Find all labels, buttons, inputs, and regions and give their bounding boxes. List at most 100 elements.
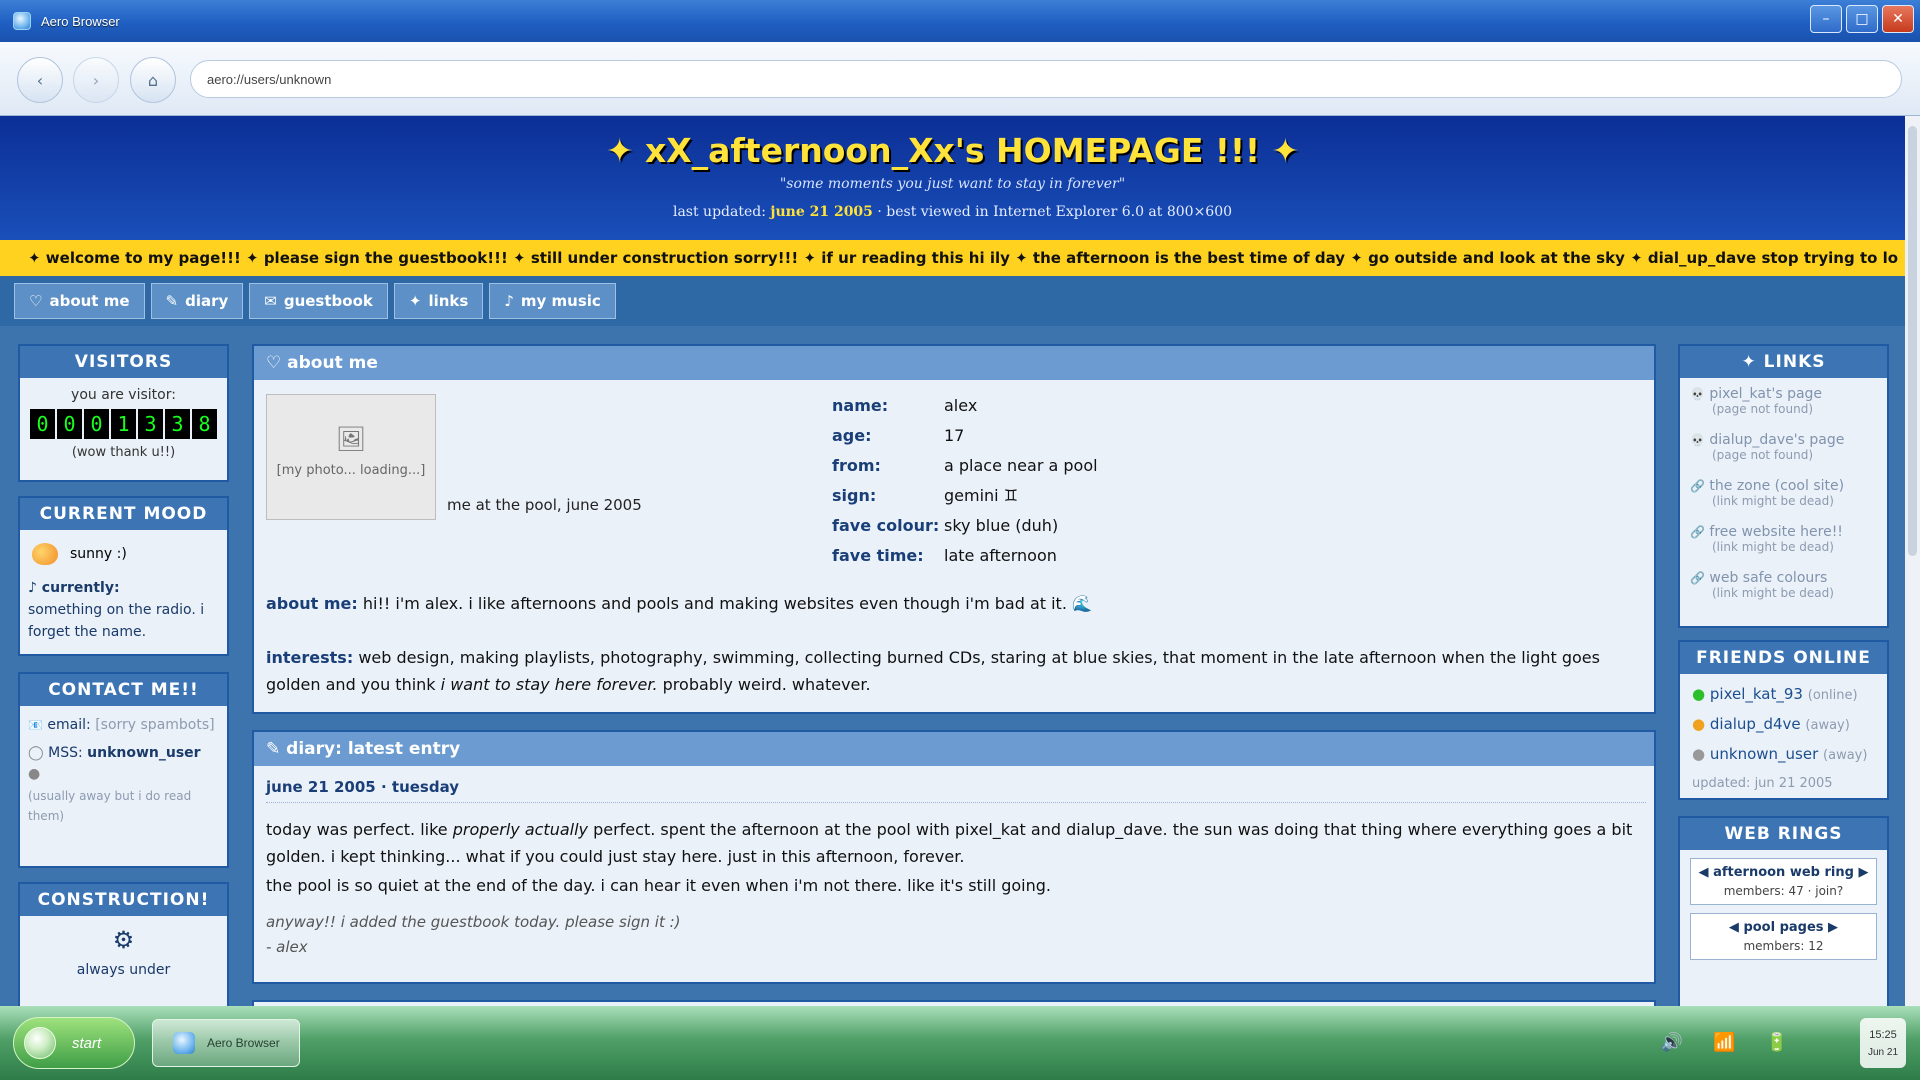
scrolling-marquee: ✦ welcome to my page!!! ✦ please sign th… bbox=[0, 240, 1905, 276]
field-label: sign: bbox=[832, 486, 877, 505]
away-status-icon: ● bbox=[28, 766, 41, 782]
page-quote: "some moments you just want to stay in f… bbox=[779, 176, 1126, 192]
interests-italic: i want to stay here forever. bbox=[440, 675, 658, 694]
link-item[interactable]: free website here!! bbox=[1709, 524, 1843, 540]
maximize-button[interactable]: □ bbox=[1846, 5, 1878, 33]
link-item[interactable]: the zone (cool site) bbox=[1709, 478, 1844, 494]
system-tray: 🔊 📶 🔋 bbox=[1661, 1032, 1788, 1053]
msn-icon: ◯ bbox=[28, 745, 44, 761]
friends-title: FRIENDS ONLINE bbox=[1680, 642, 1887, 674]
tab-about-me[interactable]: ♡ about me bbox=[14, 283, 145, 319]
field-value: alex bbox=[944, 396, 978, 415]
taskbar-app-browser[interactable]: Aero Browser bbox=[152, 1019, 300, 1067]
diary-paragraph-1: today was perfect. like properly actuall… bbox=[266, 816, 1646, 870]
webring-pool-pages[interactable]: ◀ pool pages ▶ members: 12 bbox=[1690, 913, 1877, 960]
diary-p1-italic: properly actually bbox=[452, 820, 588, 839]
tab-links[interactable]: ✦ links bbox=[393, 283, 484, 319]
back-button[interactable]: ‹ bbox=[17, 57, 63, 103]
interests-text: interests: web design, making playlists,… bbox=[266, 644, 1646, 698]
browser-toolbar: ‹ › ⌂ aero://users/unknown bbox=[0, 42, 1920, 116]
address-bar[interactable]: aero://users/unknown bbox=[190, 60, 1902, 98]
web-page: ✦ xX_afternoon_Xx's HOMEPAGE !!! ✦ "some… bbox=[0, 116, 1905, 1006]
friends-list: ● pixel_kat_93 (online) ● dialup_d4ve (a… bbox=[1680, 674, 1887, 798]
online-status-dot: ● bbox=[1692, 685, 1706, 703]
clock[interactable]: 15:25 Jun 21 bbox=[1860, 1018, 1906, 1068]
friend-name[interactable]: dialup_d4ve bbox=[1710, 715, 1801, 733]
mood-box: CURRENT MOOD sunny :) ♪ currently: somet… bbox=[18, 496, 229, 656]
chain-link-icon: 🔗 bbox=[1690, 571, 1705, 585]
wifi-icon[interactable]: 📶 bbox=[1713, 1032, 1735, 1053]
minimize-button[interactable]: – bbox=[1810, 5, 1842, 33]
home-button[interactable]: ⌂ bbox=[130, 57, 176, 103]
clock-date: Jun 21 bbox=[1867, 1047, 1899, 1058]
webring-afternoon[interactable]: ◀ afternoon web ring ▶ members: 47 · joi… bbox=[1690, 858, 1877, 905]
about-me-section: ♡ about me 🖼 [my photo... loading...] me… bbox=[252, 344, 1656, 714]
page-title: ✦ xX_afternoon_Xx's HOMEPAGE !!! ✦ bbox=[605, 131, 1300, 170]
scrollbar-thumb[interactable] bbox=[1908, 126, 1917, 556]
window-titlebar[interactable]: Aero Browser – □ ✕ bbox=[0, 0, 1920, 42]
forward-button[interactable]: › bbox=[73, 57, 119, 103]
diary-heading: ✎ diary: latest entry bbox=[254, 732, 1654, 766]
diary-section: ✎ diary: latest entry june 21 2005 · tue… bbox=[252, 730, 1656, 984]
updated-suffix: · best viewed in Internet Explorer 6.0 a… bbox=[877, 204, 1233, 220]
contact-note: (usually away but i do read them) bbox=[28, 789, 192, 823]
construction-title: CONSTRUCTION! bbox=[20, 884, 227, 916]
friend-status: (away) bbox=[1805, 718, 1850, 733]
battery-icon[interactable]: 🔋 bbox=[1766, 1032, 1788, 1053]
email-icon: 📧 bbox=[28, 718, 43, 732]
visitor-thanks: (wow thank u!!) bbox=[71, 445, 176, 460]
field-value: late afternoon bbox=[944, 546, 1057, 565]
link-item[interactable]: pixel_kat's page bbox=[1709, 386, 1822, 402]
taskbar: start Aero Browser 🔊 📶 🔋 15:25 Jun 21 bbox=[0, 1006, 1920, 1080]
currently-label: ♪ currently: bbox=[28, 580, 120, 596]
currently-value: something on the radio. i forget the nam… bbox=[28, 602, 205, 640]
field-label: fave colour: bbox=[832, 516, 940, 535]
counter-digit: 0 bbox=[30, 409, 55, 439]
profile-photo: 🖼 [my photo... loading...] bbox=[266, 394, 436, 520]
diary-p3: anyway!! i added the guestbook today. pl… bbox=[266, 913, 681, 931]
counter-digit: 3 bbox=[138, 409, 163, 439]
close-button[interactable]: ✕ bbox=[1882, 5, 1914, 33]
visitor-label: you are visitor: bbox=[71, 387, 176, 403]
link-note: (link might be dead) bbox=[1712, 494, 1834, 508]
about-me-text: about me: hi!! i'm alex. i like afternoo… bbox=[266, 590, 1646, 617]
link-item[interactable]: web safe colours bbox=[1709, 570, 1827, 586]
friends-updated: updated: jun 21 2005 bbox=[1692, 776, 1833, 791]
tab-label: about me bbox=[49, 292, 130, 310]
webring-name: ◀ afternoon web ring ▶ bbox=[1698, 865, 1869, 880]
volume-icon[interactable]: 🔊 bbox=[1661, 1032, 1683, 1053]
friend-status: (away) bbox=[1823, 748, 1868, 763]
msn-value[interactable]: unknown_user bbox=[87, 745, 200, 761]
about-me-heading: ♡ about me bbox=[254, 346, 1654, 380]
webring-name: ◀ pool pages ▶ bbox=[1728, 920, 1839, 935]
browser-app-icon bbox=[13, 12, 31, 30]
tab-my-music[interactable]: ♪ my music bbox=[489, 283, 616, 319]
tab-label: my music bbox=[520, 292, 601, 310]
window-controls: – □ ✕ bbox=[1810, 5, 1914, 33]
skull-icon: 💀 bbox=[1690, 387, 1705, 401]
friend-name[interactable]: unknown_user bbox=[1710, 745, 1818, 763]
start-label: start bbox=[72, 1034, 102, 1052]
field-value: gemini ♊ bbox=[944, 486, 1019, 505]
sun-cloud-icon bbox=[32, 543, 58, 565]
chain-link-icon: 🔗 bbox=[1690, 479, 1705, 493]
start-button[interactable]: start bbox=[13, 1017, 135, 1069]
diary-day: tuesday bbox=[391, 778, 460, 796]
broken-image-icon: 🖼 bbox=[335, 425, 367, 453]
link-item[interactable]: dialup_dave's page bbox=[1709, 432, 1844, 448]
page-scrollbar[interactable] bbox=[1905, 116, 1920, 1006]
away-status-dot: ● bbox=[1692, 745, 1706, 763]
envelope-icon: ✉ bbox=[264, 292, 277, 310]
taskbar-app-label: Aero Browser bbox=[207, 1036, 280, 1050]
interests-end: probably weird. whatever. bbox=[662, 675, 871, 694]
link-note: (link might be dead) bbox=[1712, 586, 1834, 600]
hit-counter: 0 0 0 1 3 3 8 bbox=[20, 409, 227, 439]
link-note: (page not found) bbox=[1712, 448, 1814, 462]
tab-guestbook[interactable]: ✉ guestbook bbox=[249, 283, 388, 319]
contact-list: 📧 email: [sorry spambots] ◯ MSS: unknown… bbox=[20, 706, 227, 826]
pencil-icon: ✎ bbox=[165, 292, 179, 310]
friend-name[interactable]: pixel_kat_93 bbox=[1710, 685, 1803, 703]
tab-diary[interactable]: ✎ diary bbox=[150, 283, 244, 319]
field-label: from: bbox=[832, 456, 881, 475]
skull-icon: 💀 bbox=[1690, 433, 1705, 447]
